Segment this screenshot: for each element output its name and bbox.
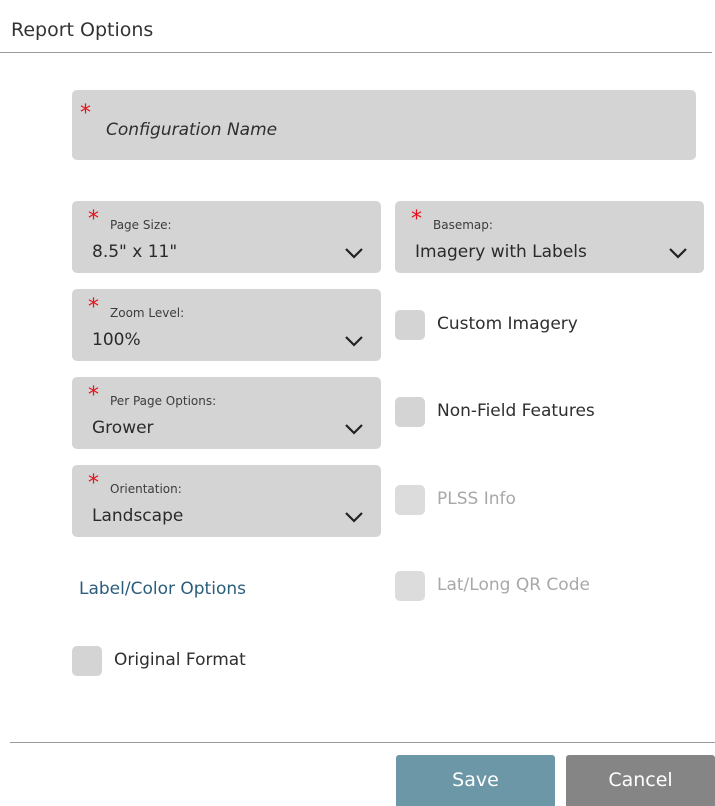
basemap-value: Imagery with Labels — [415, 242, 587, 262]
custom-imagery-option[interactable]: Custom Imagery — [395, 310, 695, 340]
configuration-name-placeholder: Configuration Name — [106, 120, 278, 140]
zoom-level-label: Zoom Level: — [110, 306, 185, 320]
save-button[interactable]: Save — [396, 755, 555, 806]
basemap-select[interactable]: * Basemap: Imagery with Labels — [395, 201, 704, 273]
non-field-features-checkbox[interactable] — [395, 397, 425, 427]
orientation-select[interactable]: * Orientation: Landscape — [72, 465, 381, 537]
chevron-down-icon — [345, 424, 363, 435]
chevron-down-icon — [345, 336, 363, 347]
page-size-value: 8.5" x 11" — [92, 242, 178, 262]
required-marker: * — [88, 383, 99, 408]
required-marker: * — [88, 207, 99, 232]
required-marker: * — [80, 101, 91, 126]
dialog-title: Report Options — [11, 19, 154, 41]
dialog-header: Report Options — [0, 0, 712, 53]
basemap-label: Basemap: — [433, 218, 493, 232]
lat-long-qr-code-checkbox — [395, 571, 425, 601]
orientation-label: Orientation: — [110, 482, 182, 496]
per-page-options-select[interactable]: * Per Page Options: Grower — [72, 377, 381, 449]
plss-info-option: PLSS Info — [395, 485, 695, 515]
report-options-dialog: Report Options * Configuration Name * Pa… — [0, 0, 715, 806]
chevron-down-icon — [669, 248, 687, 259]
zoom-level-value: 100% — [92, 330, 141, 350]
custom-imagery-checkbox[interactable] — [395, 310, 425, 340]
non-field-features-label: Non-Field Features — [437, 401, 595, 421]
page-size-label: Page Size: — [110, 218, 172, 232]
per-page-options-label: Per Page Options: — [110, 394, 217, 408]
original-format-checkbox[interactable] — [72, 646, 102, 676]
original-format-label: Original Format — [114, 650, 246, 670]
zoom-level-select[interactable]: * Zoom Level: 100% — [72, 289, 381, 361]
required-marker: * — [88, 471, 99, 496]
chevron-down-icon — [345, 512, 363, 523]
configuration-name-input[interactable]: * Configuration Name — [72, 90, 696, 160]
required-marker: * — [411, 207, 422, 232]
plss-info-checkbox — [395, 485, 425, 515]
page-size-select[interactable]: * Page Size: 8.5" x 11" — [72, 201, 381, 273]
label-color-options-link[interactable]: Label/Color Options — [79, 577, 246, 601]
non-field-features-option[interactable]: Non-Field Features — [395, 397, 695, 427]
original-format-option[interactable]: Original Format — [72, 646, 372, 676]
lat-long-qr-code-option: Lat/Long QR Code — [395, 571, 695, 601]
custom-imagery-label: Custom Imagery — [437, 314, 578, 334]
required-marker: * — [88, 295, 99, 320]
chevron-down-icon — [345, 248, 363, 259]
orientation-value: Landscape — [92, 506, 184, 526]
cancel-button[interactable]: Cancel — [566, 755, 715, 806]
per-page-options-value: Grower — [92, 418, 154, 438]
lat-long-qr-code-label: Lat/Long QR Code — [437, 575, 590, 595]
footer-divider — [10, 742, 715, 743]
plss-info-label: PLSS Info — [437, 489, 516, 509]
